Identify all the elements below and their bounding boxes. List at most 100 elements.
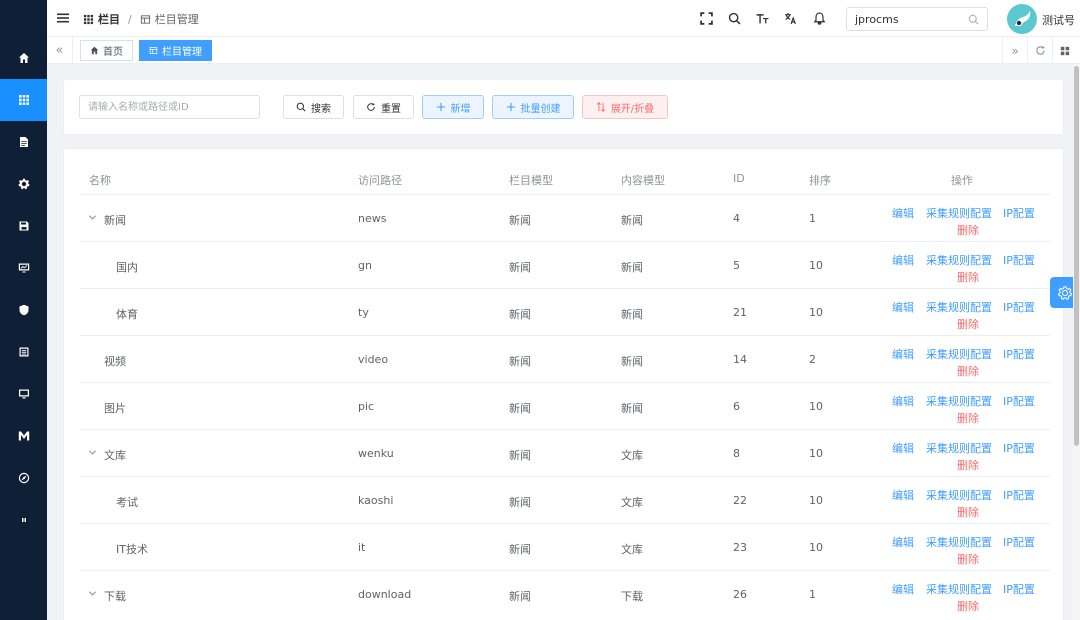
delete-link[interactable]: 删除 <box>957 316 979 332</box>
search-input[interactable] <box>79 95 260 119</box>
collect-rule-config-link[interactable]: 采集规则配置 <box>926 534 992 550</box>
refresh-icon[interactable] <box>1027 37 1052 64</box>
edit-link[interactable]: 编辑 <box>892 205 914 221</box>
add-button[interactable]: 新增 <box>422 95 484 119</box>
tag-home[interactable]: 首页 <box>80 40 133 61</box>
collect-rule-config-link[interactable]: 采集规则配置 <box>926 299 992 315</box>
search-icon[interactable] <box>727 11 741 25</box>
translate-icon[interactable] <box>783 11 797 25</box>
scrollbar-thumb[interactable] <box>1074 66 1079 446</box>
cell-name: 下载 <box>104 590 126 603</box>
scroll-left-icon[interactable]: « <box>47 37 73 64</box>
collect-rule-config-link[interactable]: 采集规则配置 <box>926 581 992 597</box>
delete-link[interactable]: 删除 <box>957 222 979 238</box>
column-header-actions: 操作 <box>951 174 973 187</box>
ip-config-link[interactable]: IP配置 <box>1003 346 1035 362</box>
reset-button[interactable]: 重置 <box>353 95 414 119</box>
avatar[interactable] <box>1007 4 1037 34</box>
edit-link[interactable]: 编辑 <box>892 252 914 268</box>
batch-create-button[interactable]: 批量创建 <box>492 95 574 119</box>
sidebar-item-m[interactable] <box>0 415 47 457</box>
cell-path: it <box>358 541 366 554</box>
chevron-down-icon[interactable] <box>88 589 97 598</box>
fullscreen-icon[interactable] <box>699 11 713 25</box>
sidebar-item-compass[interactable] <box>0 457 47 499</box>
column-header-id: ID <box>733 172 745 185</box>
sidebar-item-channel[interactable] <box>0 79 47 121</box>
tag-channel-management[interactable]: 栏目管理 <box>139 40 212 61</box>
cell-name: 图片 <box>104 402 126 415</box>
delete-link[interactable]: 删除 <box>957 598 979 614</box>
grid-icon <box>83 14 94 24</box>
edit-link[interactable]: 编辑 <box>892 299 914 315</box>
delete-link[interactable]: 删除 <box>957 551 979 567</box>
breadcrumb-item-channel[interactable]: 栏目 <box>98 11 120 27</box>
ip-config-link[interactable]: IP配置 <box>1003 393 1035 409</box>
chevron-down-icon[interactable] <box>88 213 97 222</box>
collect-rule-config-link[interactable]: 采集规则配置 <box>926 252 992 268</box>
cell-sort: 10 <box>809 541 823 554</box>
delete-link[interactable]: 删除 <box>957 504 979 520</box>
cell-id: 8 <box>733 447 740 460</box>
scroll-right-icon[interactable]: » <box>1002 37 1027 64</box>
table-icon <box>149 47 158 54</box>
tag-label: 栏目管理 <box>162 47 202 58</box>
hamburger-icon[interactable] <box>57 12 69 24</box>
collect-rule-config-link[interactable]: 采集规则配置 <box>926 440 992 456</box>
cell-content-model: 新闻 <box>621 402 643 415</box>
edit-link[interactable]: 编辑 <box>892 346 914 362</box>
cell-name: 视频 <box>104 355 126 368</box>
ip-config-link[interactable]: IP配置 <box>1003 205 1035 221</box>
edit-link[interactable]: 编辑 <box>892 487 914 503</box>
font-size-icon[interactable] <box>755 11 769 25</box>
m-logo-icon <box>18 431 29 441</box>
edit-link[interactable]: 编辑 <box>892 534 914 550</box>
ip-config-link[interactable]: IP配置 <box>1003 440 1035 456</box>
sidebar-item-content[interactable] <box>0 121 47 163</box>
search-button[interactable]: 搜索 <box>283 95 344 119</box>
site-select[interactable]: jprocms <box>846 7 988 31</box>
sidebar-item-security[interactable] <box>0 289 47 331</box>
collect-rule-config-link[interactable]: 采集规则配置 <box>926 393 992 409</box>
sidebar-item-home[interactable] <box>0 37 47 79</box>
chevron-down-icon[interactable] <box>88 448 97 457</box>
cell-id: 21 <box>733 306 747 319</box>
tabs-menu-icon[interactable] <box>1052 37 1077 64</box>
sidebar-item-more[interactable] <box>0 499 47 541</box>
collect-rule-config-link[interactable]: 采集规则配置 <box>926 205 992 221</box>
cell-channel-model: 新闻 <box>509 308 531 321</box>
ip-config-link[interactable]: IP配置 <box>1003 252 1035 268</box>
delete-link[interactable]: 删除 <box>957 410 979 426</box>
table-row: 新闻 news 新闻 新闻 4 1 编辑 采集规则配置 IP配置 删除 <box>80 194 1050 241</box>
delete-link[interactable]: 删除 <box>957 457 979 473</box>
sidebar-item-save[interactable] <box>0 205 47 247</box>
delete-link[interactable]: 删除 <box>957 269 979 285</box>
document-icon <box>19 137 28 147</box>
expand-collapse-button[interactable]: 展开/折叠 <box>582 95 668 119</box>
sidebar-item-settings[interactable] <box>0 163 47 205</box>
ip-config-link[interactable]: IP配置 <box>1003 299 1035 315</box>
ip-config-link[interactable]: IP配置 <box>1003 487 1035 503</box>
sidebar-item-monitor[interactable] <box>0 247 47 289</box>
username[interactable]: 测试号 <box>1042 12 1075 28</box>
collect-rule-config-link[interactable]: 采集规则配置 <box>926 346 992 362</box>
cell-path: gn <box>358 259 372 272</box>
cell-sort: 10 <box>809 400 823 413</box>
edit-link[interactable]: 编辑 <box>892 393 914 409</box>
batch-create-button-label: 批量创建 <box>520 103 561 115</box>
cell-sort: 10 <box>809 494 823 507</box>
tags-bar: « 首页 栏目管理 » <box>47 37 1080 64</box>
edit-link[interactable]: 编辑 <box>892 581 914 597</box>
bell-icon[interactable] <box>812 11 826 25</box>
cell-sort: 10 <box>809 447 823 460</box>
reset-button-label: 重置 <box>381 103 401 115</box>
ip-config-link[interactable]: IP配置 <box>1003 534 1035 550</box>
cell-id: 4 <box>733 212 740 225</box>
ip-config-link[interactable]: IP配置 <box>1003 581 1035 597</box>
sidebar-item-desktop[interactable] <box>0 373 47 415</box>
sidebar-item-list[interactable] <box>0 331 47 373</box>
edit-link[interactable]: 编辑 <box>892 440 914 456</box>
collect-rule-config-link[interactable]: 采集规则配置 <box>926 487 992 503</box>
delete-link[interactable]: 删除 <box>957 363 979 379</box>
vertical-scrollbar[interactable] <box>1073 64 1080 620</box>
